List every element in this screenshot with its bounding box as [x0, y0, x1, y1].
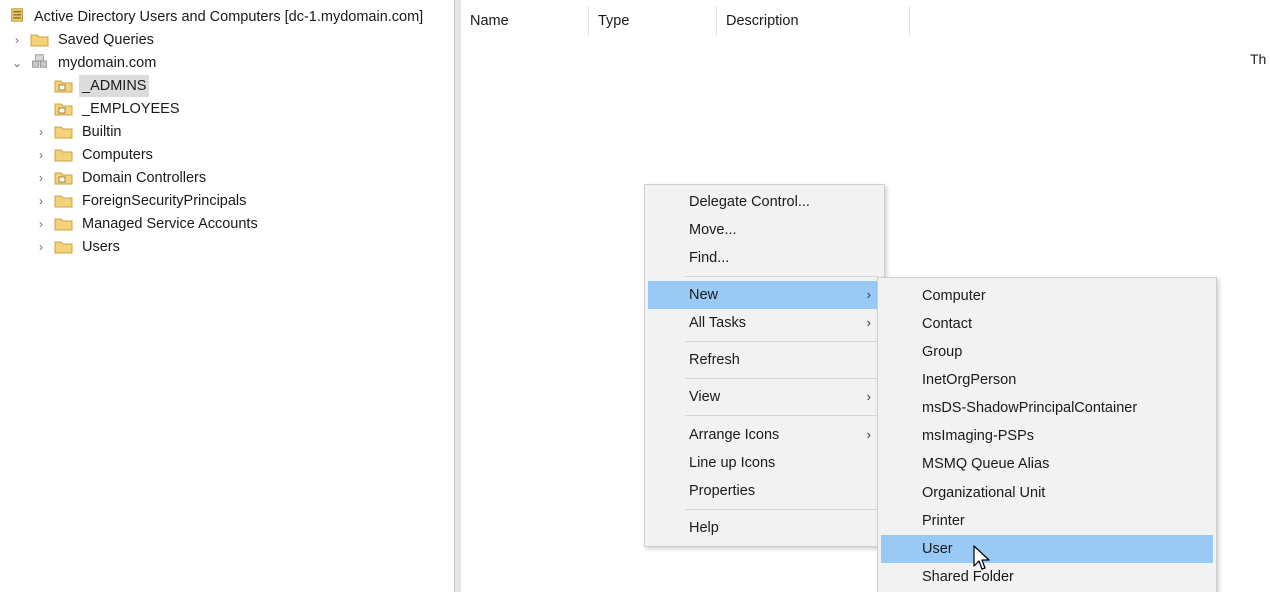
tree-item-label: _ADMINS — [79, 75, 150, 97]
submenu-item-msimaging-psps[interactable]: msImaging-PSPs — [881, 422, 1213, 450]
submenu-item-computer[interactable]: Computer — [881, 282, 1213, 310]
menu-item-label: User — [922, 541, 953, 557]
ou-folder-icon — [54, 172, 73, 185]
chevron-right-icon[interactable]: › — [34, 144, 48, 166]
tree-item-label: ForeignSecurityPrincipals — [82, 193, 247, 209]
new-submenu: Computer Contact Group InetOrgPerson msD… — [877, 277, 1217, 592]
column-header-description[interactable]: Description — [717, 6, 910, 36]
submenu-item-shared-folder[interactable]: Shared Folder — [881, 563, 1213, 591]
menu-separator — [685, 276, 878, 277]
folder-icon — [54, 195, 73, 208]
chevron-right-icon: › — [866, 315, 871, 330]
submenu-item-msmq-queue-alias[interactable]: MSMQ Queue Alias — [881, 450, 1213, 478]
empty-list-message: Th — [1250, 51, 1267, 67]
submenu-item-msds-shadow-principal-container[interactable]: msDS-ShadowPrincipalContainer — [881, 394, 1213, 422]
console-tree: Active Directory Users and Computers [dc… — [0, 0, 455, 592]
chevron-right-icon[interactable]: › — [34, 121, 48, 143]
menu-item-label: InetOrgPerson — [922, 372, 1017, 388]
tree-item-label: Managed Service Accounts — [82, 216, 258, 232]
submenu-item-inetorgperson[interactable]: InetOrgPerson — [881, 366, 1213, 394]
menu-item-help[interactable]: Help — [648, 514, 881, 542]
submenu-item-organizational-unit[interactable]: Organizational Unit — [881, 479, 1213, 507]
folder-icon — [30, 34, 49, 47]
tree-item-label: Saved Queries — [58, 32, 154, 48]
menu-item-line-up-icons[interactable]: Line up Icons — [648, 449, 881, 477]
chevron-right-icon: › — [866, 287, 871, 302]
menu-item-arrange-icons[interactable]: Arrange Icons › — [648, 421, 881, 449]
menu-item-delegate-control[interactable]: Delegate Control... — [648, 188, 881, 216]
menu-item-label: Refresh — [689, 352, 740, 368]
menu-item-label: All Tasks — [689, 315, 746, 331]
menu-item-label: Group — [922, 344, 963, 360]
menu-item-refresh[interactable]: Refresh — [648, 346, 881, 374]
tree-item-label: Users — [82, 239, 120, 255]
submenu-item-contact[interactable]: Contact — [881, 310, 1213, 338]
menu-item-properties[interactable]: Properties — [648, 477, 881, 505]
menu-item-label: Help — [689, 520, 719, 536]
ou-folder-icon — [54, 80, 73, 93]
menu-item-find[interactable]: Find... — [648, 244, 881, 272]
tree-item-label: _EMPLOYEES — [82, 101, 180, 117]
chevron-right-icon[interactable]: › — [34, 190, 48, 212]
aduc-root-icon — [11, 8, 23, 22]
submenu-item-printer[interactable]: Printer — [881, 507, 1213, 535]
chevron-right-icon[interactable]: › — [34, 213, 48, 235]
menu-separator — [685, 341, 878, 342]
tree-item-label: Computers — [82, 147, 153, 163]
menu-item-label: msImaging-PSPs — [922, 428, 1035, 444]
chevron-right-icon: › — [866, 427, 871, 442]
context-menu: Delegate Control... Move... Find... New ›… — [644, 184, 885, 547]
menu-item-view[interactable]: View › — [648, 383, 881, 411]
menu-item-label: Shared Folder — [922, 569, 1014, 585]
menu-item-label: MSMQ Queue Alias — [922, 456, 1050, 472]
menu-separator — [685, 509, 878, 510]
menu-item-label: Organizational Unit — [922, 485, 1046, 501]
menu-item-label: msDS-ShadowPrincipalContainer — [922, 400, 1138, 416]
submenu-item-group[interactable]: Group — [881, 338, 1213, 366]
menu-separator — [685, 378, 878, 379]
tree-item-label: Builtin — [82, 124, 122, 140]
tree-item-label: Domain Controllers — [82, 170, 207, 186]
tree-item-label: mydomain.com — [58, 55, 157, 71]
menu-item-new[interactable]: New › — [648, 281, 881, 309]
column-header-type[interactable]: Type — [589, 6, 717, 36]
menu-separator — [685, 415, 878, 416]
menu-item-label: Arrange Icons — [689, 427, 780, 443]
menu-item-label: Properties — [689, 483, 756, 499]
mouse-pointer-icon — [973, 545, 990, 570]
folder-icon — [54, 126, 73, 139]
tree-root-label: Active Directory Users and Computers [dc… — [34, 9, 424, 25]
menu-item-all-tasks[interactable]: All Tasks › — [648, 309, 881, 337]
menu-item-label: View — [689, 389, 721, 405]
menu-item-label: Move... — [689, 222, 737, 238]
menu-item-label: Line up Icons — [689, 455, 776, 471]
menu-item-label: Find... — [689, 250, 730, 266]
menu-item-label: Printer — [922, 513, 965, 529]
submenu-item-user[interactable]: User — [881, 535, 1213, 563]
chevron-right-icon: › — [866, 389, 871, 404]
folder-icon — [54, 218, 73, 231]
menu-item-label: Delegate Control... — [689, 194, 810, 210]
folder-icon — [54, 149, 73, 162]
menu-item-label: Computer — [922, 288, 986, 304]
column-header-name[interactable]: Name — [461, 6, 589, 36]
chevron-right-icon[interactable]: › — [34, 236, 48, 258]
menu-item-label: Contact — [922, 316, 972, 332]
aduc-window: Active Directory Users and Computers [dc… — [0, 0, 1270, 592]
ou-folder-icon — [54, 103, 73, 116]
menu-item-label: New — [689, 287, 719, 303]
menu-item-move[interactable]: Move... — [648, 216, 881, 244]
chevron-right-icon[interactable]: › — [10, 29, 24, 51]
folder-icon — [54, 241, 73, 254]
chevron-right-icon[interactable]: › — [34, 167, 48, 189]
domain-icon — [32, 54, 47, 68]
chevron-down-icon[interactable]: ⌄ — [10, 52, 24, 74]
